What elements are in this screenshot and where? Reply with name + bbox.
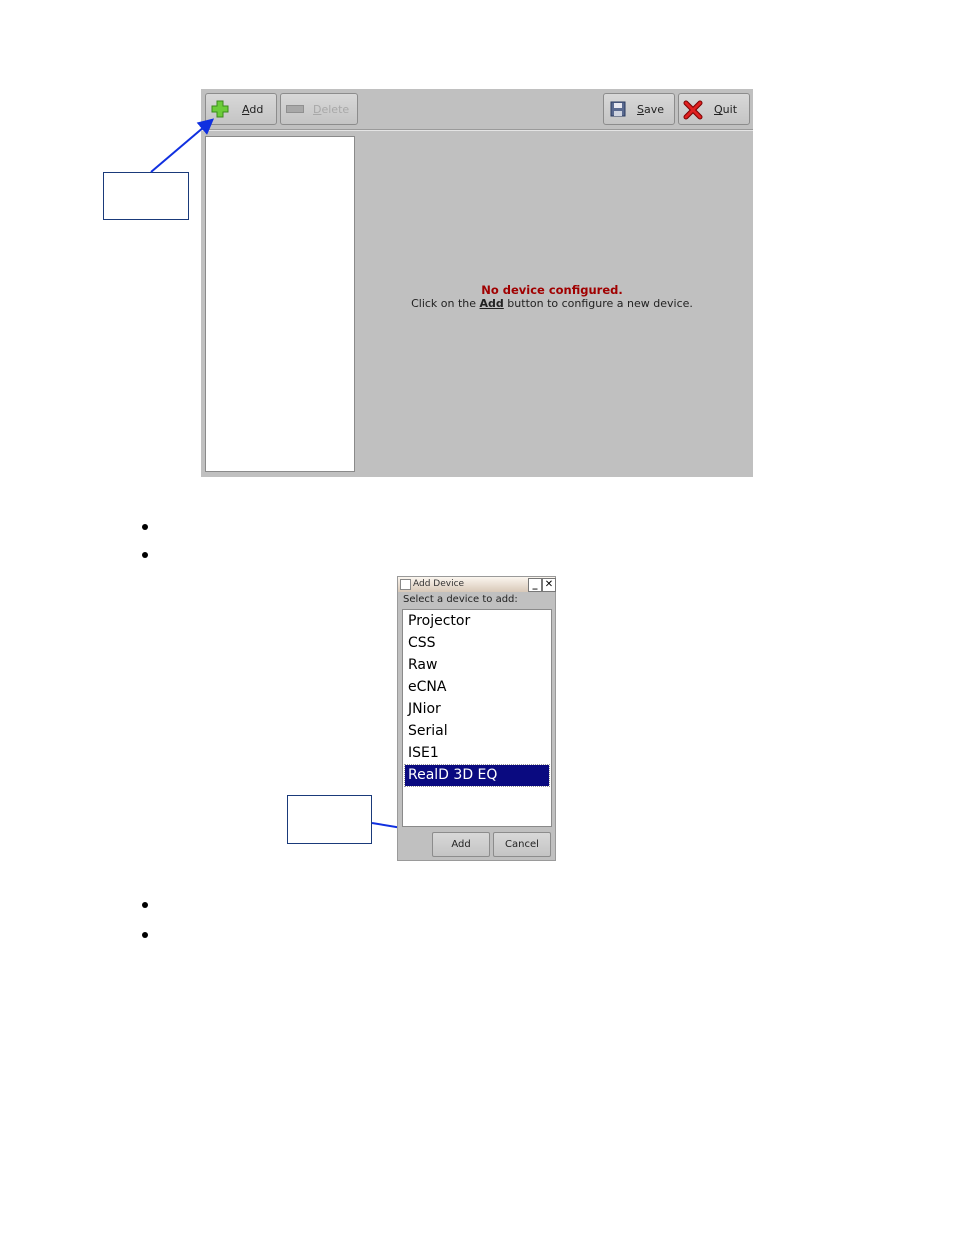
dialog-add-label: Add [451,839,471,850]
list-item-raw[interactable]: Raw [405,655,549,676]
list-item-ecna[interactable]: eCNA [405,677,549,698]
close-icon[interactable]: ✕ [542,578,556,592]
add-device-dialog: Add Device _ ✕ Select a device to add: P… [397,576,556,861]
bullet [142,524,148,530]
dialog-prompt: Select a device to add: [403,594,518,605]
bullet [142,902,148,908]
bullet [142,552,148,558]
list-item-serial[interactable]: Serial [405,721,549,742]
list-item-ise1[interactable]: ISE1 [405,743,549,764]
dialog-titlebar[interactable]: Add Device _ ✕ [398,577,556,592]
minimize-icon[interactable]: _ [528,578,542,592]
arrow-to-add-button [150,118,215,173]
list-item-projector[interactable]: Projector [405,611,549,632]
callout-box-dialog-add [287,795,372,844]
list-item-css[interactable]: CSS [405,633,549,654]
dialog-title: Add Device [413,579,465,589]
device-type-list[interactable]: Projector CSS Raw eCNA JNior Serial ISE1… [402,609,552,827]
dialog-cancel-button[interactable]: Cancel [493,832,551,857]
bullet [142,932,148,938]
dialog-cancel-label: Cancel [505,839,539,850]
list-item-reald-3d-eq-selected[interactable]: RealD 3D EQ [404,764,550,787]
dialog-add-button[interactable]: Add [432,832,490,857]
window-icon [400,579,411,590]
list-item-jnior[interactable]: JNior [405,699,549,720]
